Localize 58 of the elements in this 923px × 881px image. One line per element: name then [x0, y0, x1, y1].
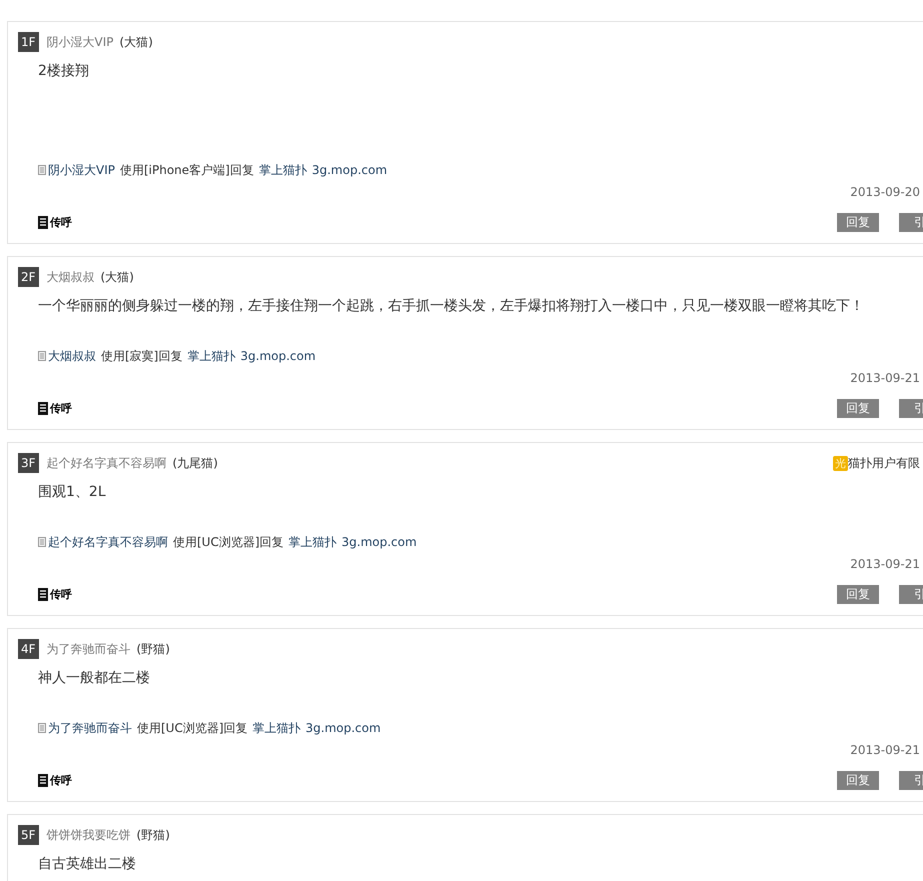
post-text: 2楼接翔: [38, 62, 90, 81]
document-icon: [38, 351, 46, 361]
post-text: 自古英雄出二楼: [38, 855, 137, 874]
pager-icon[interactable]: [38, 588, 48, 600]
floor-number: 5F: [18, 825, 39, 845]
user-level: (野猫): [136, 640, 170, 658]
url-link[interactable]: 3g.mop.com: [240, 346, 316, 366]
document-icon: [38, 723, 46, 733]
user-level: (九尾猫): [172, 454, 218, 472]
pager-icon[interactable]: [38, 402, 48, 414]
user-name[interactable]: 阴小湿大VIP: [46, 34, 114, 50]
post-date: 2013-09-20: [850, 185, 920, 199]
pager-link[interactable]: 传呼: [50, 400, 72, 416]
badge-mark: 光: [833, 456, 848, 470]
source-text: 使用[寂寞]回复: [101, 348, 182, 365]
user-name[interactable]: 大烟叔叔: [46, 268, 95, 286]
pager-link[interactable]: 传呼: [50, 214, 72, 230]
source-text: 使用[UC浏览器]回复: [137, 720, 248, 737]
user-name[interactable]: 起个好名字真不容易啊: [46, 454, 167, 472]
post-date: 2013-09-21: [850, 557, 920, 571]
floor-number: 2F: [18, 267, 39, 287]
post-date: 2013-09-21: [850, 743, 920, 757]
post-text: 一个华丽丽的侧身躲过一楼的翔，左手接住翔一个起跳，右手抓一楼头发，左手爆扣将翔打入一楼口中，只见一楼双眼一瞪将其吃下！: [38, 297, 865, 316]
user-name[interactable]: 为了奔驰而奋斗: [46, 640, 131, 658]
user-level: (大猫): [120, 34, 153, 50]
post-text: 围观1、2L: [38, 483, 107, 502]
user-level: (野猫): [136, 826, 170, 844]
pager-link[interactable]: 传呼: [50, 772, 72, 788]
source-text: 使用[iPhone客户端]回复: [120, 162, 254, 179]
site-link[interactable]: 掌上猫扑: [187, 346, 236, 366]
source-user-link[interactable]: 大烟叔叔: [48, 346, 96, 366]
post-date: 2013-09-21: [850, 371, 920, 385]
url-link[interactable]: 3g.mop.com: [342, 532, 417, 552]
user-name[interactable]: 饼饼饼我要吃饼: [46, 826, 131, 844]
post-action-button[interactable]: 回复: [837, 770, 879, 790]
site-link[interactable]: 掌上猫扑: [258, 160, 307, 180]
pager-icon[interactable]: [38, 774, 48, 786]
source-text: 使用[UC浏览器]回复: [173, 534, 284, 551]
user-level: (大猫): [100, 268, 134, 286]
badge-text: 猫扑用户有限: [848, 454, 920, 472]
floor-number: 3F: [18, 453, 39, 473]
post-action-button[interactable]: 回复: [837, 584, 879, 604]
url-link[interactable]: 3g.mop.com: [312, 160, 388, 180]
site-link[interactable]: 掌上猫扑: [288, 532, 337, 552]
source-user-link[interactable]: 起个好名字真不容易啊: [48, 532, 168, 552]
document-icon: [38, 537, 46, 547]
floor-number: 4F: [18, 639, 39, 659]
source-user-link[interactable]: 为了奔驰而奋斗: [48, 718, 132, 738]
post-action-button[interactable]: 回复: [837, 398, 879, 418]
source-user-link[interactable]: 阴小湿大VIP: [48, 160, 115, 180]
site-link[interactable]: 掌上猫扑: [252, 718, 301, 738]
pager-icon[interactable]: [38, 216, 48, 228]
pager-link[interactable]: 传呼: [50, 586, 72, 602]
post-text: 神人一般都在二楼: [38, 669, 151, 688]
post-action-button[interactable]: 回复: [837, 212, 879, 232]
floor-number: 1F: [18, 32, 39, 52]
document-icon: [38, 165, 46, 175]
url-link[interactable]: 3g.mop.com: [306, 718, 381, 738]
